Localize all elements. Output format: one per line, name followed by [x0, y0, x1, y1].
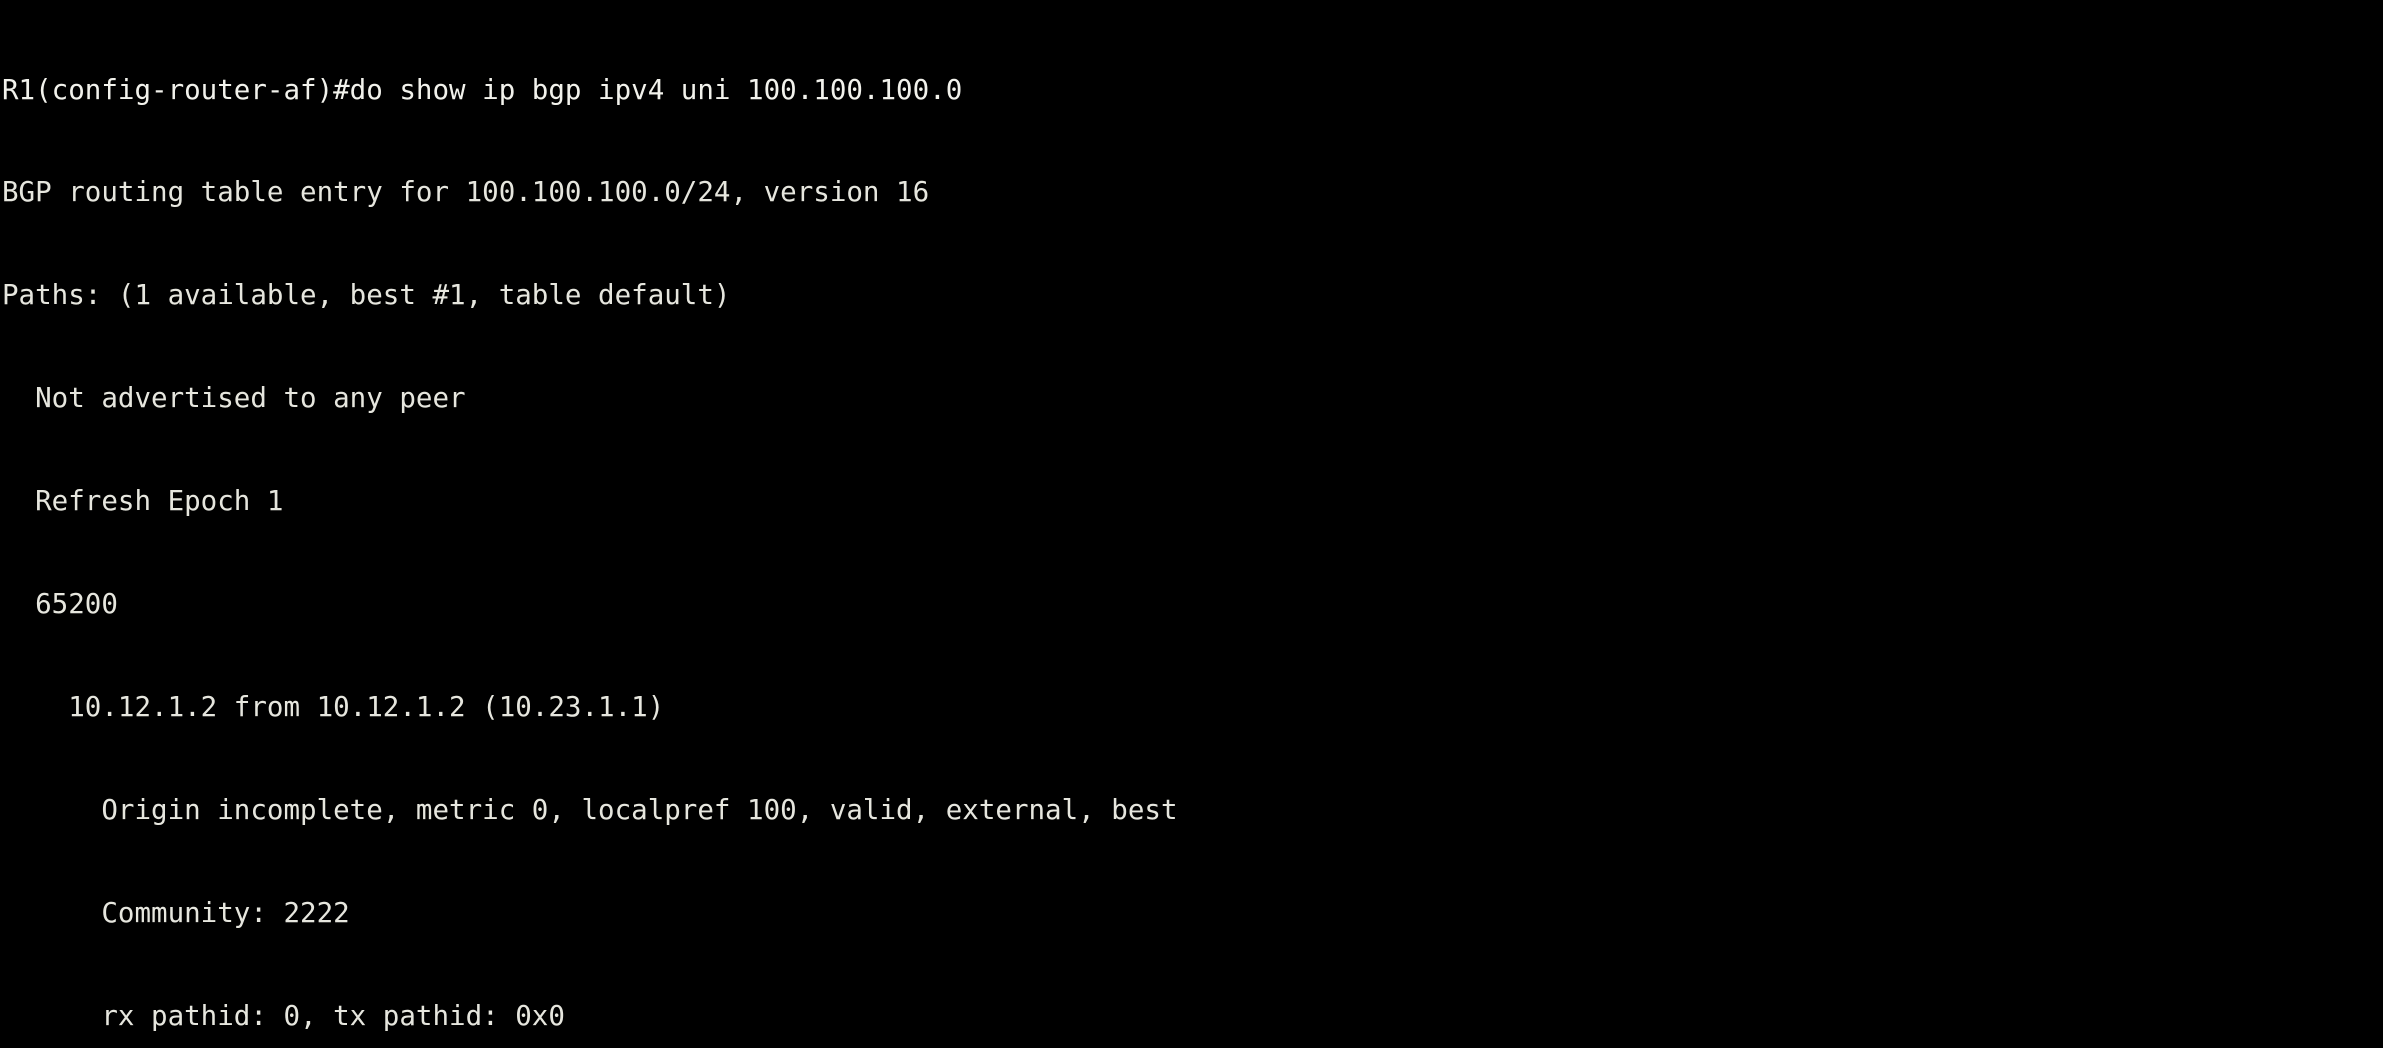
terminal-line-paths: Paths: (1 available, best #1, table defa… [2, 279, 731, 312]
terminal-line-neighbor: 10.12.1.2 from 10.12.1.2 (10.23.1.1) [2, 690, 665, 723]
terminal-line-pathid: rx pathid: 0, tx pathid: 0x0 [2, 999, 565, 1032]
terminal-output-pane[interactable]: R1(config-router-af)#do show ip bgp ipv4… [0, 0, 2383, 1032]
terminal-line-bgp-table-entry: BGP routing table entry for 100.100.100.… [2, 176, 930, 209]
terminal-line-not-advertised: Not advertised to any peer [2, 382, 466, 415]
terminal-line-refresh-epoch: Refresh Epoch 1 [2, 485, 284, 518]
terminal-line-command: R1(config-router-af)#do show ip bgp ipv4… [2, 73, 963, 106]
terminal-line-origin-attributes: Origin incomplete, metric 0, localpref 1… [2, 793, 1178, 826]
terminal-line-community: Community: 2222 [2, 896, 350, 929]
terminal-line-as-path: 65200 [2, 588, 118, 621]
